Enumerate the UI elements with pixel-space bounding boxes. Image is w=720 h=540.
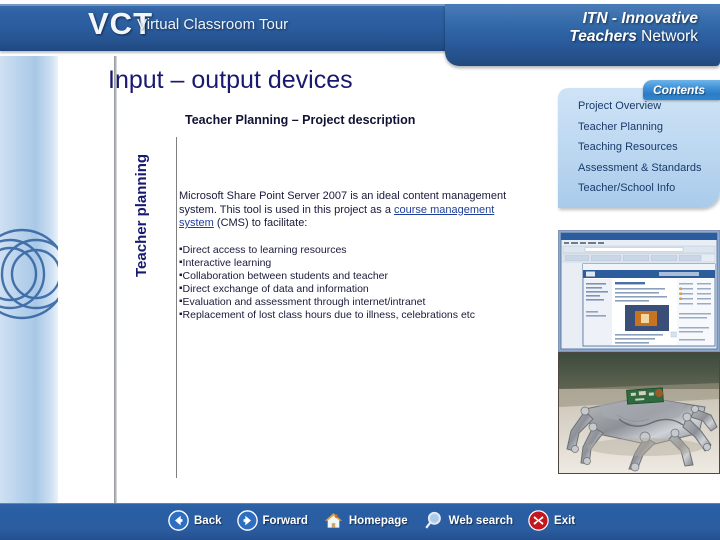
itn-network-word: Network bbox=[636, 28, 698, 45]
forward-arrow-icon bbox=[236, 510, 258, 531]
left-decorative-stripe bbox=[0, 56, 58, 503]
content-vertical-rule bbox=[176, 137, 177, 478]
list-item: ▪Interactive learning bbox=[179, 257, 519, 270]
sharepoint-screenshot-thumbnail bbox=[558, 230, 720, 352]
list-item: ▪Direct exchange of data and information bbox=[179, 283, 519, 296]
home-icon bbox=[324, 513, 343, 528]
homepage-button[interactable]: Homepage bbox=[323, 510, 408, 531]
itn-teachers-word: Teachers bbox=[569, 28, 637, 45]
feature-bullet-list: ▪Direct access to learning resources ▪In… bbox=[179, 244, 519, 322]
sidebar-item-teacher-school-info[interactable]: Teacher/School Info bbox=[578, 182, 702, 194]
list-item: ▪Evaluation and assessment through inter… bbox=[179, 296, 519, 309]
list-item-label: Replacement of lost class hours due to i… bbox=[182, 309, 475, 321]
web-search-button-label: Web search bbox=[448, 514, 514, 527]
list-item-label: Collaboration between students and teach… bbox=[182, 270, 389, 282]
left-vertical-divider bbox=[114, 56, 117, 504]
list-item: ▪Replacement of lost class hours due to … bbox=[179, 309, 519, 322]
paragraph-text-part2: (CMS) to facilitate: bbox=[213, 217, 308, 229]
sidebar-item-teaching-resources[interactable]: Teaching Resources bbox=[578, 141, 702, 153]
forward-button-label: Forward bbox=[262, 514, 308, 527]
page-subtitle: Teacher Planning – Project description bbox=[185, 113, 416, 127]
homepage-button-label: Homepage bbox=[348, 514, 408, 527]
body-paragraph: Microsoft Share Point Server 2007 is an … bbox=[179, 190, 509, 231]
robot-photo-thumbnail bbox=[558, 352, 720, 474]
contents-panel: Project Overview Teacher Planning Teachi… bbox=[558, 88, 720, 208]
slide-canvas: VCT Virtual Classroom Tour ITN - Innovat… bbox=[0, 0, 720, 540]
itn-title-line2: Teachers Network bbox=[569, 28, 698, 46]
section-side-label: Teacher planning bbox=[133, 153, 150, 277]
exit-button-label: Exit bbox=[554, 514, 576, 527]
exit-button[interactable]: Exit bbox=[528, 510, 575, 531]
header-banner: VCT Virtual Classroom Tour ITN - Innovat… bbox=[0, 0, 720, 66]
page-title: Input – output devices bbox=[108, 66, 353, 94]
bottom-navigation-bar: Back Forward Homepage Web search Exit bbox=[0, 503, 720, 540]
forward-button[interactable]: Forward bbox=[236, 510, 308, 531]
list-item: ▪Collaboration between students and teac… bbox=[179, 270, 519, 283]
back-button-label: Back bbox=[194, 514, 222, 527]
list-item: ▪Direct access to learning resources bbox=[179, 244, 519, 257]
back-arrow-icon bbox=[168, 510, 189, 531]
back-button[interactable]: Back bbox=[168, 510, 222, 531]
sidebar-item-project-overview[interactable]: Project Overview bbox=[578, 100, 702, 112]
sharepoint-screenshot-icon bbox=[559, 231, 719, 351]
metal-robot-photo-icon bbox=[559, 353, 719, 473]
left-white-gutter bbox=[58, 56, 114, 503]
list-item-label: Evaluation and assessment through intern… bbox=[182, 296, 426, 308]
ring-decoration-icon bbox=[0, 228, 58, 320]
web-search-button[interactable]: Web search bbox=[423, 510, 513, 531]
sidebar-item-assessment-standards[interactable]: Assessment & Standards bbox=[578, 162, 702, 174]
contents-tab-label: Contents bbox=[653, 83, 705, 97]
magnifier-icon bbox=[424, 511, 441, 530]
itn-title-line1: ITN - Innovative bbox=[582, 10, 698, 27]
contents-tab-header[interactable]: Contents bbox=[643, 80, 720, 100]
list-item-label: Direct exchange of data and information bbox=[182, 283, 369, 295]
list-item-label: Direct access to learning resources bbox=[182, 244, 347, 256]
nav-button-group: Back Forward Homepage Web search Exit bbox=[168, 510, 584, 531]
sidebar-item-teacher-planning[interactable]: Teacher Planning bbox=[578, 121, 702, 133]
vct-full-name: Virtual Classroom Tour bbox=[137, 16, 289, 33]
exit-x-icon bbox=[528, 510, 549, 531]
contents-nav-list: Project Overview Teacher Planning Teachi… bbox=[578, 100, 702, 203]
list-item-label: Interactive learning bbox=[182, 257, 272, 269]
